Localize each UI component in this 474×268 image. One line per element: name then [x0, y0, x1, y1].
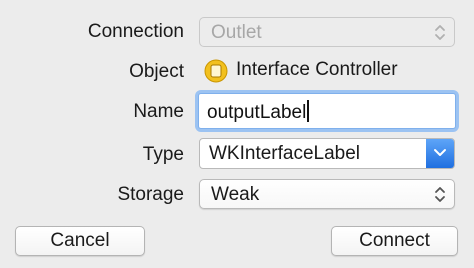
- type-value: WKInterfaceLabel: [209, 143, 361, 164]
- updown-arrows-icon: [434, 24, 446, 41]
- connection-popup[interactable]: Outlet: [199, 17, 455, 47]
- storage-label: Storage: [117, 184, 184, 205]
- text-caret: [307, 100, 310, 122]
- connection-value: Outlet: [211, 22, 262, 43]
- storage-popup[interactable]: Weak: [199, 179, 455, 209]
- name-label: Name: [133, 101, 184, 122]
- connect-button[interactable]: Connect: [331, 226, 458, 256]
- chevron-down-icon: [434, 149, 446, 156]
- name-input[interactable]: outputLabel: [198, 93, 456, 129]
- interface-controller-icon: [204, 59, 228, 83]
- type-combobox[interactable]: WKInterfaceLabel: [199, 138, 455, 169]
- connection-dialog: Connection Outlet Object Interface Contr…: [0, 0, 474, 268]
- connection-label: Connection: [87, 21, 184, 42]
- object-label: Object: [129, 61, 184, 82]
- name-input-value: outputLabel: [207, 102, 307, 123]
- cancel-button[interactable]: Cancel: [15, 226, 145, 256]
- type-label: Type: [142, 144, 184, 165]
- object-value: Interface Controller: [236, 59, 398, 80]
- updown-arrows-icon: [434, 186, 446, 203]
- type-dropdown-button[interactable]: [426, 139, 454, 168]
- storage-value: Weak: [211, 184, 260, 205]
